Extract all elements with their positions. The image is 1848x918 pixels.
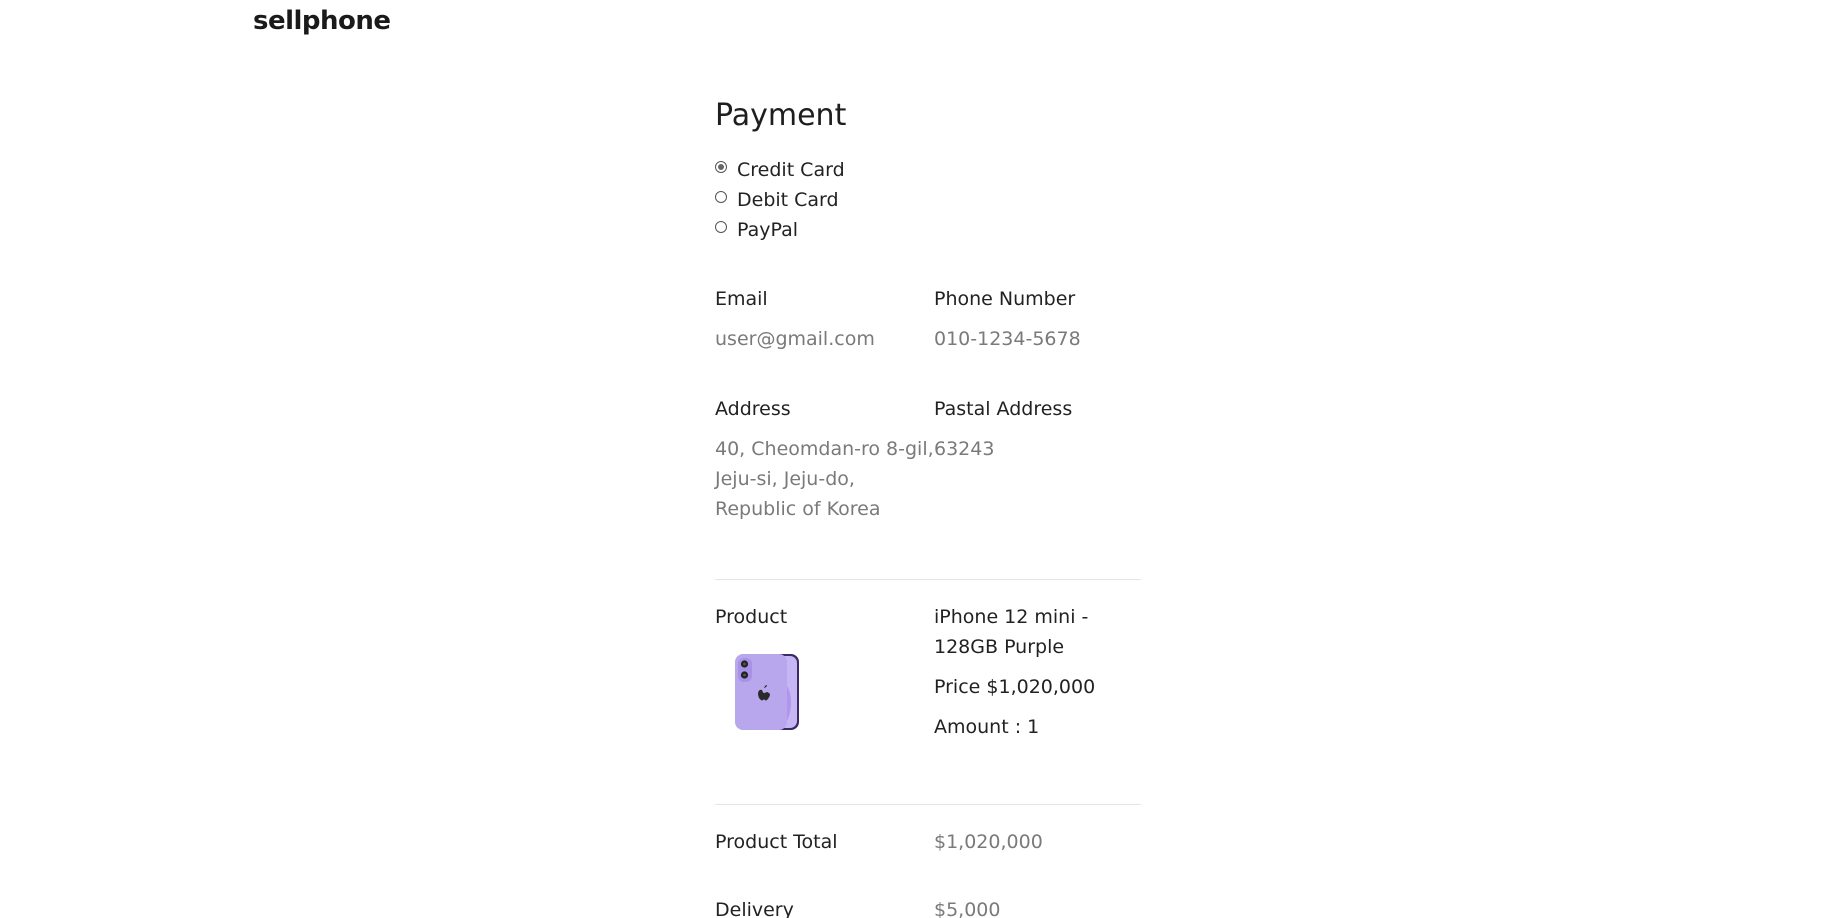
- checkout-page: sellphone Payment Credit Card Debit Card…: [0, 0, 1848, 918]
- postal-block: Pastal Address 63243: [934, 394, 1141, 524]
- section-divider: [715, 579, 1141, 580]
- delivery-value: $5,000: [934, 899, 1001, 918]
- payment-method-debit-card[interactable]: Debit Card: [715, 185, 1141, 215]
- page-title: Payment: [715, 98, 847, 133]
- radio-paypal[interactable]: [715, 221, 727, 233]
- iphone-purple-image: [735, 654, 799, 730]
- product-amount: Amount : 1: [934, 716, 1040, 738]
- product-total-row: Product Total $1,020,000: [715, 827, 1141, 857]
- address-block: Address 40, Cheomdan-ro 8-gil, Jeju-si, …: [715, 394, 934, 524]
- radio-credit-card[interactable]: [715, 161, 727, 173]
- section-divider: [715, 804, 1141, 805]
- payment-method-group: Credit Card Debit Card PayPal: [715, 155, 1141, 245]
- payment-method-label: Credit Card: [737, 159, 845, 181]
- product-label: Product: [715, 606, 788, 628]
- email-value: user@gmail.com: [715, 328, 875, 350]
- address-line: 40, Cheomdan-ro 8-gil,: [715, 438, 934, 460]
- address-label: Address: [715, 398, 791, 420]
- address-value: 40, Cheomdan-ro 8-gil, Jeju-si, Jeju-do,…: [715, 434, 934, 524]
- phone-label: Phone Number: [934, 288, 1076, 310]
- payment-method-label: Debit Card: [737, 189, 839, 211]
- postal-label: Pastal Address: [934, 398, 1073, 420]
- product-total-value: $1,020,000: [934, 831, 1043, 853]
- address-line: Jeju-si, Jeju-do,: [715, 468, 855, 490]
- address-line: Republic of Korea: [715, 498, 881, 520]
- phone-value: 010-1234-5678: [934, 328, 1081, 350]
- product-price: Price $1,020,000: [934, 676, 1096, 698]
- radio-debit-card[interactable]: [715, 191, 727, 203]
- postal-value: 63243: [934, 438, 995, 460]
- delivery-label: Delivery: [715, 899, 794, 918]
- email-block: Email user@gmail.com: [715, 284, 934, 354]
- product-name-line: 128GB Purple: [934, 636, 1065, 658]
- product-row: Product iPhone 12 mini - 128GB Purple Pr…: [715, 602, 1141, 742]
- product-details-block: iPhone 12 mini - 128GB Purple Price $1,0…: [934, 602, 1141, 742]
- delivery-row: Delivery $5,000: [715, 895, 1141, 918]
- product-name-line: iPhone 12 mini -: [934, 606, 1089, 628]
- product-total-label: Product Total: [715, 831, 838, 853]
- contact-row: Email user@gmail.com Phone Number 010-12…: [715, 284, 1141, 354]
- payment-section: Payment Credit Card Debit Card PayPal Em…: [715, 95, 1141, 918]
- phone-block: Phone Number 010-1234-5678: [934, 284, 1141, 354]
- address-row: Address 40, Cheomdan-ro 8-gil, Jeju-si, …: [715, 394, 1141, 524]
- payment-method-credit-card[interactable]: Credit Card: [715, 155, 1141, 185]
- payment-method-label: PayPal: [737, 219, 799, 241]
- sellphone-logo[interactable]: sellphone: [253, 6, 391, 36]
- product-name: iPhone 12 mini - 128GB Purple: [934, 602, 1141, 662]
- payment-method-paypal[interactable]: PayPal: [715, 215, 1141, 245]
- product-image-block: Product: [715, 602, 934, 742]
- email-label: Email: [715, 288, 768, 310]
